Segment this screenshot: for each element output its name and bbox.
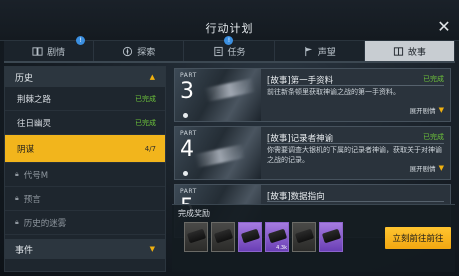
story-card[interactable]: PART 3 [故事]第一手资料 已完成 前往新条顿里获取神谕之战的第一手资料。… <box>174 68 451 122</box>
progress-text: 4/7 <box>144 144 156 153</box>
reward-item[interactable] <box>211 222 235 252</box>
gun-icon <box>294 228 315 244</box>
tab-label: 任务 <box>227 47 246 58</box>
item-label: 预言 <box>23 194 41 205</box>
part-number: 3 <box>180 79 194 104</box>
chevron-down-icon: ▼ <box>438 106 444 114</box>
tab-label: 声望 <box>317 47 336 58</box>
gun-icon <box>240 228 261 244</box>
sidebar-item-locked[interactable]: 🔒︎ 代号M <box>5 163 165 187</box>
location-icon <box>183 171 188 176</box>
rewards-label: 完成奖励 <box>178 209 210 218</box>
window-title: 行动计划 <box>205 22 254 35</box>
title-bar: 行动计划 ✕ <box>0 0 459 41</box>
go-now-button[interactable]: 立刻前往前往 <box>385 227 451 249</box>
part-number: 4 <box>180 137 194 162</box>
story-card[interactable]: PART 4 [故事]记录者神谕 已完成 你需要调查大银机的下属的记录者神谕，获… <box>174 126 451 180</box>
task-icon <box>213 46 223 56</box>
compass-icon <box>123 46 133 56</box>
sidebar-item-locked[interactable]: 🔒︎ 历史的迷雾 <box>5 211 165 235</box>
tab-story-main[interactable]: ! 剧情 <box>4 36 95 61</box>
section-label: 历史 <box>15 73 34 84</box>
chevron-up-icon: ▲ <box>149 73 155 81</box>
section-label: 事件 <box>15 245 34 256</box>
reward-item[interactable] <box>238 222 262 252</box>
sidebar-item[interactable]: 荆棘之路 已完成 <box>5 87 165 111</box>
reward-item[interactable] <box>292 222 316 252</box>
sidebar-item[interactable]: 往日幽灵 已完成 <box>5 111 165 135</box>
close-icon[interactable]: ✕ <box>435 18 453 36</box>
lock-icon: 🔒︎ <box>15 194 19 202</box>
status-text: 已完成 <box>423 75 444 83</box>
tab-bar: ! 剧情 探索 ! 任务 声望 故事 <box>4 36 456 63</box>
part-label: PART <box>180 72 197 79</box>
item-label: 往日幽灵 <box>17 118 52 129</box>
story-sidebar: 历史 ▲ 荆棘之路 已完成 往日幽灵 已完成 阴谋 4/7 🔒︎ 代号M 🔒︎ 预言… <box>4 66 166 272</box>
chevron-down-icon: ▼ <box>438 164 444 172</box>
tab-stories[interactable]: 故事 <box>364 41 456 61</box>
flag-icon <box>304 46 312 56</box>
rewards-panel: 完成奖励 4.3k 立刻前往前往 <box>172 204 455 272</box>
card-description: 你需要调查大银机的下属的记录者神谕，获取关于对神谕之战的记录。 <box>267 146 442 164</box>
section-events[interactable]: 事件 ▼ <box>5 239 165 259</box>
expand-story-button[interactable]: 展开剧情 ▼ <box>410 163 444 173</box>
button-label: 展开剧情 <box>409 107 436 115</box>
lock-icon: 🔒︎ <box>15 218 19 226</box>
reward-item[interactable]: 4.3k <box>265 222 289 252</box>
card-description: 前往新条顿里获取神谕之战的第一手资料。 <box>267 88 400 96</box>
section-history[interactable]: 历史 ▲ <box>5 67 165 87</box>
button-label: 展开剧情 <box>409 165 436 173</box>
part-label: PART <box>180 188 197 195</box>
reward-item[interactable] <box>319 222 343 252</box>
status-text: 已完成 <box>135 118 156 127</box>
reward-item[interactable] <box>184 222 208 252</box>
gun-icon <box>321 228 342 244</box>
expand-story-button[interactable]: 展开剧情 ▼ <box>410 105 444 115</box>
sidebar-item-locked[interactable]: 🔒︎ 预言 <box>5 187 165 211</box>
lock-icon: 🔒︎ <box>15 170 19 178</box>
item-label: 阴谋 <box>17 144 35 155</box>
tab-label: 故事 <box>407 47 426 58</box>
sidebar-item-selected[interactable]: 阴谋 4/7 <box>5 135 165 163</box>
reward-list: 4.3k <box>184 222 343 252</box>
tab-label: 探索 <box>137 47 156 58</box>
tab-reputation[interactable]: 声望 <box>275 41 365 61</box>
status-text: 已完成 <box>423 133 444 141</box>
tab-label: 剧情 <box>47 47 66 58</box>
gun-icon <box>213 228 234 244</box>
tab-explore[interactable]: 探索 <box>94 41 185 61</box>
item-label: 历史的迷雾 <box>23 218 67 229</box>
gun-icon <box>186 228 207 244</box>
book-icon <box>32 46 43 56</box>
notification-badge: ! <box>76 36 85 45</box>
chevron-down-icon: ▼ <box>149 245 155 253</box>
gun-icon <box>267 228 288 244</box>
location-icon <box>183 113 188 118</box>
item-label: 荆棘之路 <box>17 94 52 105</box>
status-text: 已完成 <box>135 94 156 103</box>
item-label: 代号M <box>23 170 49 181</box>
part-label: PART <box>180 130 197 137</box>
tab-tasks[interactable]: ! 任务 <box>184 36 275 61</box>
story-icon <box>393 46 403 56</box>
reward-count: 4.3k <box>276 245 287 251</box>
